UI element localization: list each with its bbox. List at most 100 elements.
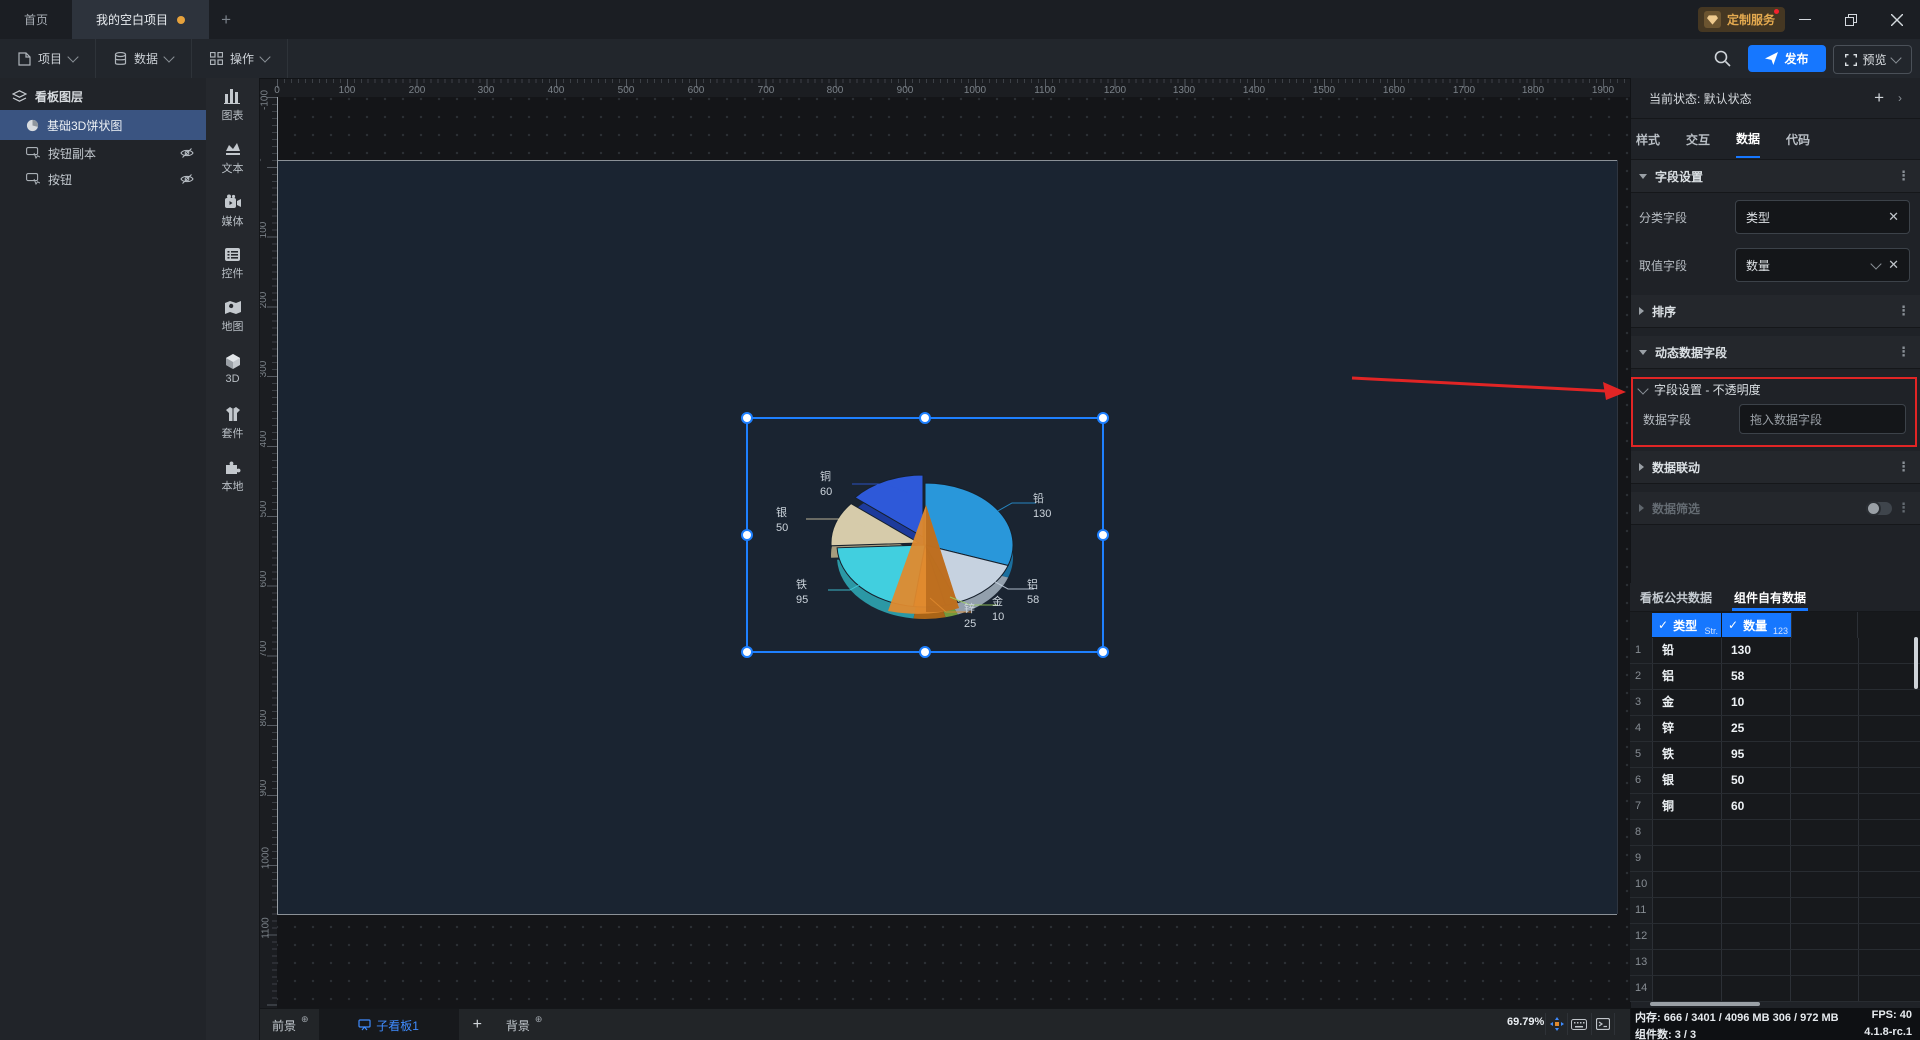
kebab-menu-icon[interactable]: ⋮: [1897, 500, 1910, 516]
cell-quantity: [1721, 872, 1790, 897]
section-dynamic-fields[interactable]: 动态数据字段 ⋮: [1631, 336, 1920, 369]
tab-component-own-data[interactable]: 组件自有数据: [1732, 583, 1808, 611]
table-row[interactable]: 14: [1630, 976, 1920, 1002]
section-data-linkage[interactable]: 数据联动 ⋮: [1631, 451, 1920, 484]
publish-label: 发布: [1784, 52, 1809, 66]
publish-button[interactable]: 发布: [1748, 45, 1826, 72]
column-header-type[interactable]: ✓ 类型 Str.: [1652, 613, 1721, 637]
asset-item-text[interactable]: 文本: [206, 141, 259, 194]
opacity-group-header[interactable]: 字段设置 - 不透明度: [1635, 379, 1916, 404]
section-field-settings[interactable]: 字段设置 ⋮: [1631, 160, 1920, 193]
h-ruler-label: 1900: [1591, 85, 1615, 96]
table-row[interactable]: 1 铅 130: [1630, 638, 1920, 664]
chevron-down-icon: [259, 51, 271, 63]
sub-board[interactable]: [277, 160, 1618, 914]
cell-type: 铜: [1652, 794, 1721, 819]
tab-home[interactable]: 首页: [0, 0, 72, 39]
kebab-menu-icon[interactable]: ⋮: [1897, 303, 1910, 319]
table-row[interactable]: 5 铁 95: [1630, 742, 1920, 768]
chevron-down-icon[interactable]: [1870, 257, 1882, 270]
table-row[interactable]: 12: [1630, 924, 1920, 950]
h-ruler-label: 1800: [1521, 85, 1545, 96]
menu-data[interactable]: 数据: [96, 39, 193, 78]
value-field-input[interactable]: 数量 ✕: [1735, 248, 1910, 282]
horizontal-scrollbar[interactable]: [1650, 1002, 1760, 1006]
asset-item-widgets[interactable]: 控件: [206, 247, 259, 300]
background-tab[interactable]: 背景 ⊕: [496, 1009, 553, 1040]
kebab-menu-icon[interactable]: ⋮: [1897, 459, 1910, 475]
tab-style[interactable]: 样式: [1636, 122, 1660, 157]
cell-quantity: [1721, 976, 1790, 1001]
keyboard-icon[interactable]: [1567, 1013, 1590, 1035]
cube-icon: [225, 354, 240, 369]
add-subboard-button[interactable]: +: [459, 1009, 496, 1040]
close-button[interactable]: [1875, 0, 1919, 39]
tab-board-shared-data[interactable]: 看板公共数据: [1638, 583, 1714, 611]
search-icon[interactable]: [1714, 50, 1731, 67]
chevron-right-icon[interactable]: ›: [1898, 91, 1902, 105]
filter-toggle[interactable]: [1866, 500, 1892, 516]
add-state-button[interactable]: +: [1874, 88, 1884, 108]
tab-data[interactable]: 数据: [1736, 121, 1761, 158]
cell-empty: [1858, 898, 1920, 923]
new-tab-button[interactable]: +: [209, 0, 243, 39]
tab-interaction[interactable]: 交互: [1686, 122, 1710, 157]
asset-item-kit[interactable]: 套件: [206, 406, 259, 459]
table-row[interactable]: 6 银 50: [1630, 768, 1920, 794]
h-ruler-label: 1700: [1452, 85, 1476, 96]
tab-project[interactable]: 我的空白项目: [72, 0, 210, 39]
table-row[interactable]: 11: [1630, 898, 1920, 924]
section-data-filter[interactable]: 数据筛选 ⋮: [1631, 492, 1920, 525]
eye-off-icon[interactable]: [180, 173, 194, 185]
eye-off-icon[interactable]: [180, 147, 194, 159]
layer-item-button-copy[interactable]: 按钮副本: [0, 140, 206, 166]
add-circle-icon[interactable]: ⊕: [301, 1014, 309, 1025]
value-field-value: 数量: [1746, 258, 1771, 273]
layer-item-pie3d[interactable]: 基础3D饼状图: [0, 110, 206, 140]
section-title: 动态数据字段: [1655, 345, 1728, 360]
table-row[interactable]: 7 铜 60: [1630, 794, 1920, 820]
fit-view-icon[interactable]: [1545, 1013, 1568, 1035]
clear-icon[interactable]: ✕: [1888, 257, 1899, 273]
asset-item-label: 文本: [221, 163, 244, 175]
minimize-button[interactable]: [1783, 0, 1827, 39]
add-circle-icon[interactable]: ⊕: [535, 1014, 543, 1025]
console-icon[interactable]: [1591, 1013, 1615, 1035]
cell-quantity: 25: [1721, 716, 1790, 741]
table-row[interactable]: 10: [1630, 872, 1920, 898]
cell-quantity: [1721, 898, 1790, 923]
asset-item-local[interactable]: 本地: [206, 459, 259, 512]
section-sort[interactable]: 排序 ⋮: [1631, 295, 1920, 328]
table-row[interactable]: 4 锌 25: [1630, 716, 1920, 742]
check-icon: ✓: [1658, 618, 1669, 632]
drop-data-field-input[interactable]: 拖入数据字段: [1739, 404, 1906, 434]
table-row[interactable]: 3 金 10: [1630, 690, 1920, 716]
kebab-menu-icon[interactable]: ⋮: [1897, 168, 1910, 184]
table-row[interactable]: 13: [1630, 950, 1920, 976]
category-field-input[interactable]: 类型 ✕: [1735, 200, 1910, 234]
column-header-quantity[interactable]: ✓ 数量 123: [1722, 613, 1791, 637]
table-row[interactable]: 2 铝 58: [1630, 664, 1920, 690]
maximize-button[interactable]: [1829, 0, 1873, 39]
table-row[interactable]: 8: [1630, 820, 1920, 846]
vertical-scrollbar[interactable]: [1914, 637, 1918, 689]
row-number: 5: [1630, 742, 1652, 767]
cell-quantity: [1721, 846, 1790, 871]
clear-icon[interactable]: ✕: [1888, 209, 1899, 225]
subboard-tab[interactable]: 子看板1: [318, 1009, 459, 1040]
asset-item-map[interactable]: 地图: [206, 300, 259, 353]
foreground-tab[interactable]: 前景 ⊕: [262, 1009, 319, 1040]
layer-item-button[interactable]: 按钮: [0, 166, 206, 192]
kebab-menu-icon[interactable]: ⋮: [1897, 344, 1910, 360]
asset-item-3d[interactable]: 3D: [206, 353, 259, 406]
row-number: 2: [1630, 664, 1652, 689]
tab-code[interactable]: 代码: [1786, 122, 1810, 157]
menu-operate[interactable]: 操作: [192, 39, 289, 78]
asset-item-charts[interactable]: 图表: [206, 88, 259, 141]
preview-button[interactable]: 预览: [1833, 45, 1912, 74]
table-row[interactable]: 9: [1630, 846, 1920, 872]
row-number: 1: [1630, 638, 1652, 663]
custom-service-badge[interactable]: 定制服务: [1698, 7, 1786, 32]
menu-project[interactable]: 项目: [0, 39, 97, 78]
asset-item-media[interactable]: 媒体: [206, 194, 259, 247]
